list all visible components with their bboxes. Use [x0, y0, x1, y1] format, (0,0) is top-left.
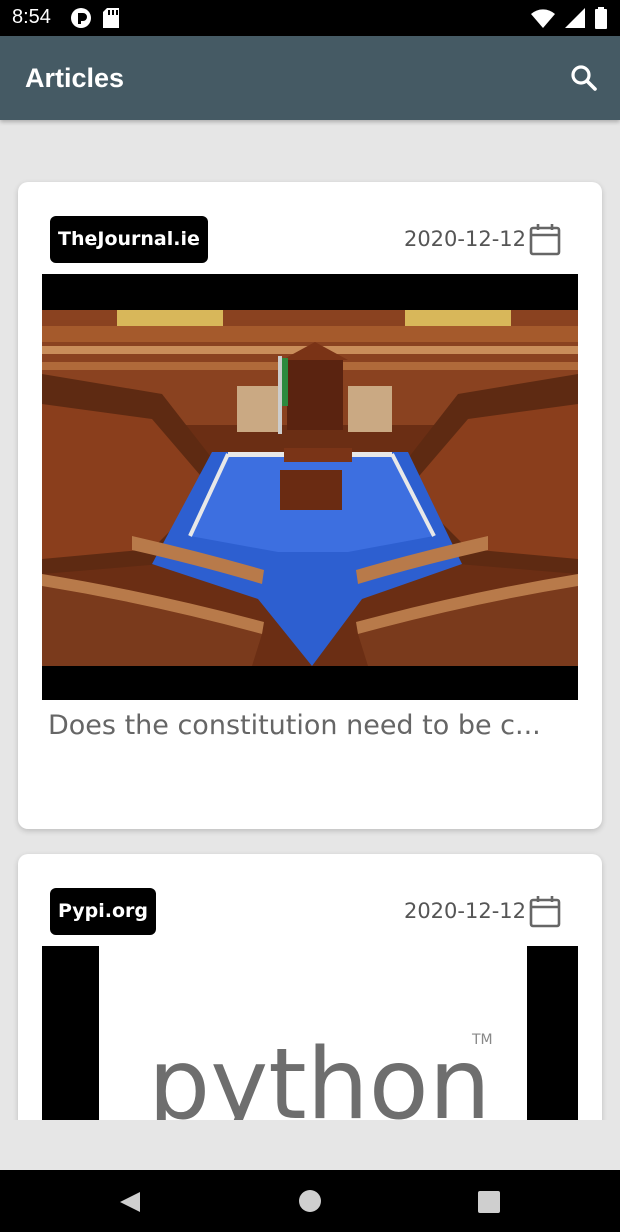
signal-icon [565, 8, 585, 28]
article-title[interactable]: Does the constitution need to be c... [48, 710, 568, 741]
article-card[interactable]: TheJournal.ie 2020-12-12 Does the consti… [18, 182, 602, 829]
home-icon[interactable] [298, 1189, 322, 1213]
dail-chamber-photo [42, 274, 578, 700]
recents-icon[interactable] [477, 1190, 501, 1214]
status-bar: 8:54 [0, 0, 620, 36]
pocket-casts-icon [71, 8, 91, 28]
article-card[interactable]: Pypi.org 2020-12-12 python TM [18, 854, 602, 1120]
source-badge: Pypi.org [50, 888, 157, 935]
sd-card-icon [103, 8, 119, 28]
calendar-icon [529, 224, 561, 256]
article-date: 2020-12-12 [404, 894, 562, 928]
calendar-icon [529, 896, 561, 928]
search-button[interactable] [568, 62, 600, 94]
battery-icon [595, 7, 607, 29]
navigation-bar [0, 1170, 620, 1232]
article-list[interactable]: TheJournal.ie 2020-12-12 Does the consti… [0, 120, 620, 1120]
article-image[interactable] [42, 274, 578, 700]
app-bar: Articles [0, 36, 620, 120]
python-logo-image: python TM [42, 946, 578, 1120]
wifi-icon [531, 9, 555, 28]
date-text: 2020-12-12 [403, 899, 526, 923]
source-badge: TheJournal.ie [50, 216, 208, 263]
date-text: 2020-12-12 [403, 227, 526, 251]
article-date: 2020-12-12 [404, 222, 562, 256]
article-image[interactable]: python TM [42, 946, 578, 1120]
page-title: Articles [25, 63, 125, 93]
search-icon [571, 65, 597, 91]
status-time: 8:54 [12, 6, 51, 28]
trademark-mark: TM [471, 1032, 493, 1048]
back-icon[interactable] [118, 1190, 142, 1214]
python-wordmark: python [148, 1028, 491, 1120]
